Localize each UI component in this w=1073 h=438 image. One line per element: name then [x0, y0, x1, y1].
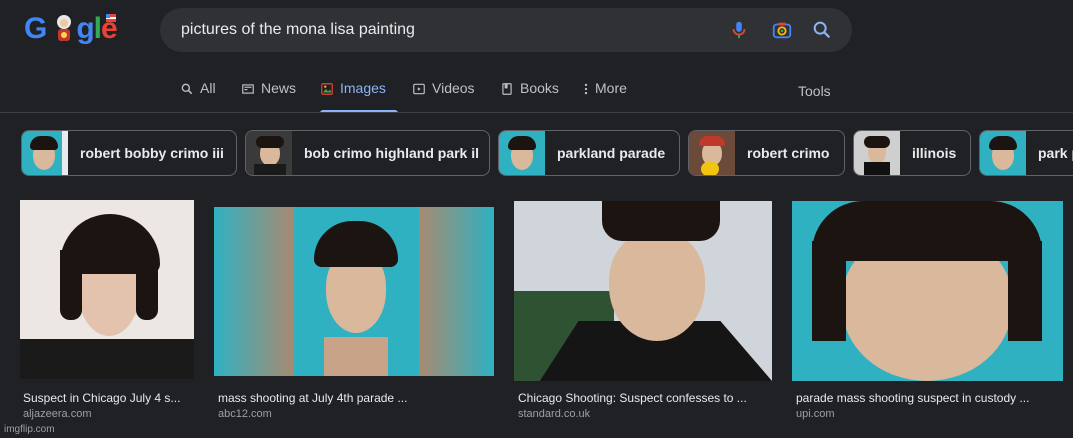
related-search-chip[interactable]: illinois: [853, 130, 971, 176]
chip-label: park p: [1038, 145, 1073, 161]
camera-lens-icon[interactable]: [771, 19, 793, 41]
logo-letter: l: [93, 12, 102, 45]
chip-label: parkland parade: [557, 145, 666, 161]
tab-label: More: [595, 80, 627, 96]
related-search-chip[interactable]: parkland parade: [498, 130, 680, 176]
header-divider: [0, 112, 1073, 113]
tab-label: Videos: [432, 80, 475, 96]
result-thumbnail: [214, 207, 494, 376]
tab-all[interactable]: All: [180, 80, 216, 112]
search-icon: [181, 83, 193, 95]
tab-books[interactable]: Books: [500, 80, 559, 112]
tab-label: Books: [520, 80, 559, 96]
chip-thumbnail: [854, 131, 900, 175]
tab-label: Images: [340, 80, 386, 96]
flag-icon: [106, 14, 116, 22]
search-input[interactable]: pictures of the mona lisa painting: [160, 8, 852, 52]
image-result[interactable]: mass shooting at July 4th parade ... abc…: [214, 207, 494, 420]
chip-thumbnail: [499, 131, 545, 175]
tab-news[interactable]: News: [241, 80, 296, 112]
tab-videos[interactable]: Videos: [412, 80, 475, 112]
logo-letter: g: [76, 12, 94, 45]
image-result[interactable]: parade mass shooting suspect in custody …: [792, 201, 1063, 420]
chip-label: robert bobby crimo iii: [80, 145, 224, 161]
result-source: standard.co.uk: [518, 408, 591, 420]
related-search-chip[interactable]: park p: [979, 130, 1073, 176]
chip-label: bob crimo highland park il: [304, 145, 480, 161]
result-thumbnail: [514, 201, 772, 381]
related-search-chip[interactable]: bob crimo highland park il: [245, 130, 490, 176]
video-icon: [413, 83, 425, 95]
logo-letter: G: [24, 12, 47, 45]
doodle-character-icon: [57, 15, 71, 41]
tab-images[interactable]: Images: [320, 80, 398, 113]
result-source: abc12.com: [218, 408, 272, 420]
tools-button[interactable]: Tools: [798, 83, 831, 99]
chip-thumbnail: [980, 131, 1026, 175]
book-icon: [502, 83, 512, 95]
tab-label: News: [261, 80, 297, 96]
search-query-text: pictures of the mona lisa painting: [181, 21, 415, 38]
chip-thumbnail: [246, 131, 292, 175]
result-title[interactable]: parade mass shooting suspect in custody …: [796, 391, 1029, 405]
result-source: upi.com: [796, 408, 835, 420]
chip-thumbnail: [22, 131, 68, 175]
result-title[interactable]: mass shooting at July 4th parade ...: [218, 391, 407, 405]
image-result[interactable]: Chicago Shooting: Suspect confesses to .…: [514, 201, 772, 420]
chip-label: robert crimo: [747, 145, 830, 161]
result-source: aljazeera.com: [23, 408, 92, 420]
news-icon: [242, 84, 254, 94]
result-title[interactable]: Chicago Shooting: Suspect confesses to .…: [518, 391, 747, 405]
microphone-icon[interactable]: [728, 19, 750, 41]
search-icon[interactable]: [811, 19, 833, 41]
related-search-chip[interactable]: robert bobby crimo iii: [21, 130, 237, 176]
watermark: imgflip.com: [4, 424, 55, 435]
more-vert-icon: [584, 83, 588, 95]
result-title[interactable]: Suspect in Chicago July 4 s...: [23, 391, 188, 405]
related-search-chip[interactable]: robert crimo: [688, 130, 845, 176]
tab-label: All: [200, 80, 216, 96]
result-thumbnail: [792, 201, 1063, 381]
result-thumbnail: [20, 200, 194, 379]
tab-more[interactable]: More: [583, 80, 627, 112]
images-icon: [321, 83, 333, 95]
chip-thumbnail: [689, 131, 735, 175]
chip-label: illinois: [912, 145, 957, 161]
image-result[interactable]: Suspect in Chicago July 4 s... aljazeera…: [20, 200, 194, 420]
